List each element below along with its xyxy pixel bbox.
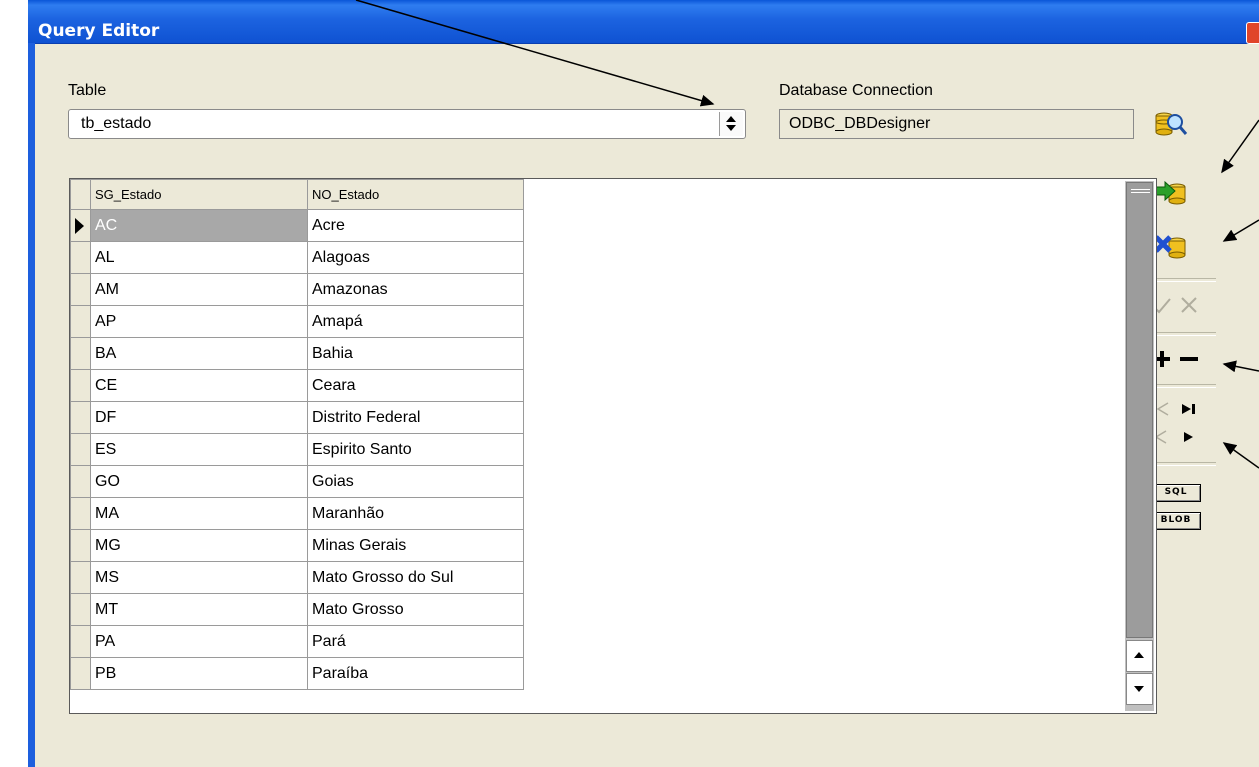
toolbar-separator — [1151, 278, 1216, 282]
cell-sg-estado[interactable]: GO — [90, 465, 308, 498]
table-label: Table — [68, 82, 107, 99]
toolbar-separator — [1151, 332, 1216, 336]
cell-sg-estado[interactable]: MG — [90, 529, 308, 562]
cell-sg-estado[interactable]: MT — [90, 593, 308, 626]
scroll-down-button[interactable] — [1126, 673, 1153, 705]
last-record-icon[interactable] — [1177, 398, 1201, 422]
table-row[interactable]: MT Mato Grosso — [70, 593, 524, 626]
row-indicator[interactable] — [70, 529, 91, 562]
cell-no-estado[interactable]: Pará — [307, 625, 524, 658]
database-connection-label: Database Connection — [779, 82, 933, 99]
table-row[interactable]: AL Alagoas — [70, 241, 524, 274]
grid-header-row: SG_Estado NO_Estado — [70, 179, 524, 210]
search-database-icon[interactable] — [1153, 108, 1189, 142]
row-indicator[interactable] — [70, 433, 91, 466]
cell-no-estado[interactable]: Espirito Santo — [307, 433, 524, 466]
cell-no-estado[interactable]: Bahia — [307, 337, 524, 370]
row-indicator[interactable] — [70, 593, 91, 626]
grid-table: SG_Estado NO_Estado AC Acre AL Alagoas AM Ama… — [70, 179, 524, 690]
cancel-data-icon[interactable] — [1153, 231, 1189, 265]
table-row[interactable]: MS Mato Grosso do Sul — [70, 561, 524, 594]
row-indicator[interactable] — [70, 337, 91, 370]
row-indicator[interactable] — [70, 497, 91, 530]
cell-sg-estado[interactable]: MA — [90, 497, 308, 530]
table-row[interactable]: BA Bahia — [70, 337, 524, 370]
updown-arrows-icon[interactable] — [719, 112, 743, 136]
cell-no-estado[interactable]: Distrito Federal — [307, 401, 524, 434]
query-editor-window: Query Editor Table tb_estado Database Co… — [28, 0, 1259, 767]
row-indicator[interactable] — [70, 401, 91, 434]
cancel-edit-icon[interactable] — [1177, 293, 1201, 317]
cell-sg-estado[interactable]: DF — [90, 401, 308, 434]
cell-no-estado[interactable]: Ceara — [307, 369, 524, 402]
table-row[interactable]: PA Pará — [70, 625, 524, 658]
row-indicator[interactable] — [70, 273, 91, 306]
table-row[interactable]: MA Maranhão — [70, 497, 524, 530]
cell-sg-estado[interactable]: AL — [90, 241, 308, 274]
table-select[interactable]: tb_estado — [68, 109, 746, 139]
cell-sg-estado[interactable]: BA — [90, 337, 308, 370]
commit-data-icon[interactable] — [1153, 177, 1189, 211]
current-row-indicator[interactable] — [70, 209, 91, 242]
cell-no-estado[interactable]: Minas Gerais — [307, 529, 524, 562]
title-bar[interactable]: Query Editor — [28, 0, 1259, 44]
cell-no-estado[interactable]: Goias — [307, 465, 524, 498]
row-indicator[interactable] — [70, 241, 91, 274]
row-indicator[interactable] — [70, 657, 91, 690]
cell-no-estado[interactable]: Maranhão — [307, 497, 524, 530]
row-indicator[interactable] — [70, 625, 91, 658]
table-row[interactable]: AM Amazonas — [70, 273, 524, 306]
cell-sg-estado[interactable]: AP — [90, 305, 308, 338]
data-grid[interactable]: SG_Estado NO_Estado AC Acre AL Alagoas AM Ama… — [69, 178, 1157, 714]
row-indicator[interactable] — [70, 369, 91, 402]
cell-no-estado[interactable]: Mato Grosso do Sul — [307, 561, 524, 594]
row-indicator[interactable] — [70, 305, 91, 338]
column-header[interactable]: SG_Estado — [90, 179, 308, 210]
table-row[interactable]: ES Espirito Santo — [70, 433, 524, 466]
cell-sg-estado[interactable]: MS — [90, 561, 308, 594]
row-indicator[interactable] — [70, 561, 91, 594]
scrollbar-thumb[interactable] — [1126, 182, 1153, 638]
sql-button[interactable]: SQL — [1151, 484, 1201, 502]
table-row[interactable]: AC Acre — [70, 209, 524, 242]
toolbar-separator — [1151, 384, 1216, 388]
cell-no-estado[interactable]: Mato Grosso — [307, 593, 524, 626]
table-row[interactable]: PB Paraíba — [70, 657, 524, 690]
table-row[interactable]: AP Amapá — [70, 305, 524, 338]
scroll-up-button[interactable] — [1126, 640, 1153, 672]
database-connection-value: ODBC_DBDesigner — [789, 115, 931, 132]
window-frame — [28, 43, 35, 767]
row-indicator-header — [70, 179, 91, 210]
row-indicator[interactable] — [70, 465, 91, 498]
close-button[interactable] — [1246, 22, 1259, 44]
current-row-pointer-icon — [75, 218, 84, 234]
table-row[interactable]: MG Minas Gerais — [70, 529, 524, 562]
blob-button[interactable]: BLOB — [1151, 512, 1201, 530]
table-row[interactable]: CE Ceara — [70, 369, 524, 402]
table-select-value: tb_estado — [81, 115, 152, 132]
cell-sg-estado[interactable]: PA — [90, 625, 308, 658]
database-connection-field: ODBC_DBDesigner — [779, 109, 1134, 139]
cell-sg-estado[interactable]: PB — [90, 657, 308, 690]
column-header[interactable]: NO_Estado — [307, 179, 524, 210]
vertical-scrollbar[interactable] — [1125, 181, 1154, 711]
cell-no-estado[interactable]: Paraíba — [307, 657, 524, 690]
table-row[interactable]: DF Distrito Federal — [70, 401, 524, 434]
window-title: Query Editor — [38, 21, 160, 41]
cell-sg-estado[interactable]: AC — [90, 209, 308, 242]
cell-no-estado[interactable]: Amapá — [307, 305, 524, 338]
cell-no-estado[interactable]: Alagoas — [307, 241, 524, 274]
cell-no-estado[interactable]: Acre — [307, 209, 524, 242]
toolbar-separator — [1151, 462, 1216, 466]
cell-sg-estado[interactable]: ES — [90, 433, 308, 466]
table-row[interactable]: GO Goias — [70, 465, 524, 498]
next-record-icon[interactable] — [1177, 426, 1201, 450]
delete-record-icon[interactable] — [1177, 347, 1201, 371]
cell-sg-estado[interactable]: CE — [90, 369, 308, 402]
cell-no-estado[interactable]: Amazonas — [307, 273, 524, 306]
cell-sg-estado[interactable]: AM — [90, 273, 308, 306]
